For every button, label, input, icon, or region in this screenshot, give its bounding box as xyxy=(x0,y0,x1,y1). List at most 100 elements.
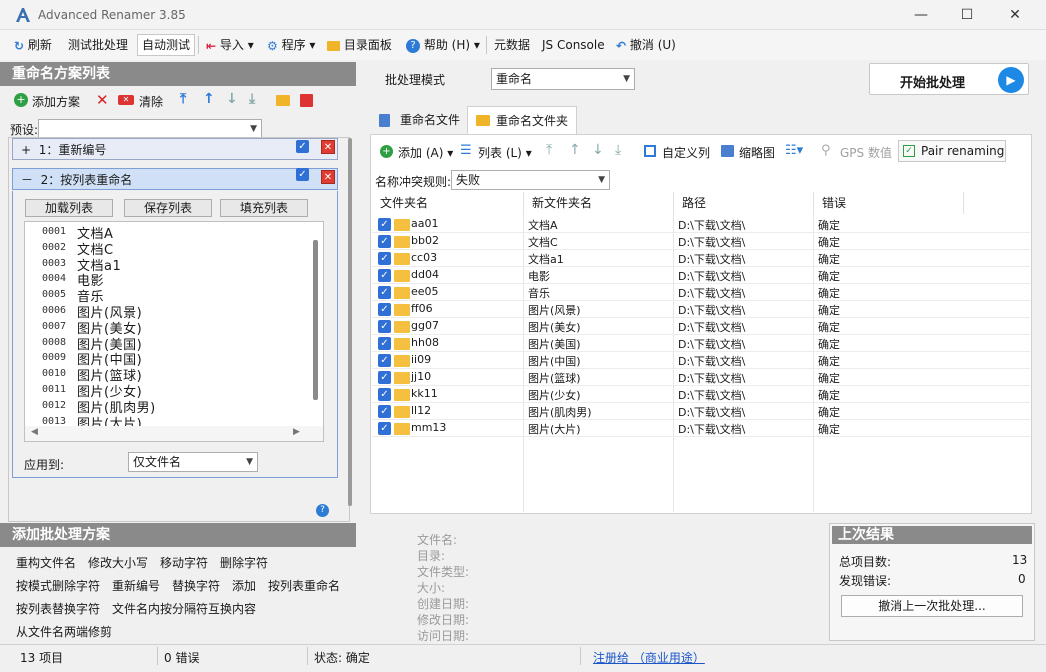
column-header-new-folder-name[interactable]: 新文件夹名 xyxy=(524,192,674,214)
add-menu[interactable]: 添加 (A) ▾ xyxy=(398,144,453,161)
close-button[interactable]: ✕ xyxy=(992,0,1038,30)
batch-method-item[interactable]: 从文件名两端修剪 xyxy=(16,623,112,640)
save-icon[interactable] xyxy=(300,94,313,107)
preset-select[interactable]: ▼ xyxy=(38,119,262,139)
move-down-icon[interactable]: ↓ xyxy=(592,142,604,158)
batch-method-item[interactable]: 移动字符 xyxy=(160,554,208,571)
batch-method-item[interactable]: 按模式删除字符 xyxy=(16,577,100,594)
load-list-button[interactable]: 加载列表 xyxy=(25,199,113,217)
batch-method-item[interactable]: 删除字符 xyxy=(220,554,268,571)
undo-last-batch-button[interactable]: 撤消上一次批处理... xyxy=(841,595,1023,617)
table-row[interactable]: ✓ ff06 图片(风景) D:\下载\文档\ 确定 xyxy=(372,301,1030,318)
minimize-button[interactable]: — xyxy=(898,0,944,30)
help-icon[interactable]: ? xyxy=(316,504,329,517)
table-row[interactable]: ✓ aa01 文档A D:\下载\文档\ 确定 xyxy=(372,216,1030,233)
row-checkbox[interactable]: ✓ xyxy=(378,422,391,435)
batch-method-item[interactable]: 替换字符 xyxy=(172,577,220,594)
table-row[interactable]: ✓ gg07 图片(美女) D:\下载\文档\ 确定 xyxy=(372,318,1030,335)
move-up-icon[interactable]: ↑ xyxy=(203,91,215,107)
method-enabled-checkbox[interactable]: ✓ xyxy=(296,140,309,153)
method-enabled-checkbox[interactable]: ✓ xyxy=(296,168,309,181)
refresh-button[interactable]: ↻ 刷新 xyxy=(10,34,56,56)
fill-list-button[interactable]: 填充列表 xyxy=(220,199,308,217)
horizontal-scrollbar[interactable]: ◀ ▶ xyxy=(25,426,323,441)
row-checkbox[interactable]: ✓ xyxy=(378,252,391,265)
table-row[interactable]: ✓ mm13 图片(大片) D:\下载\文档\ 确定 xyxy=(372,420,1030,437)
batch-method-item[interactable]: 文件名内按分隔符互换内容 xyxy=(112,600,256,617)
row-checkbox[interactable]: ✓ xyxy=(378,218,391,231)
register-link[interactable]: 注册给 （商业用途） xyxy=(593,649,705,666)
table-row[interactable]: ✓ dd04 电影 D:\下载\文档\ 确定 xyxy=(372,267,1030,284)
row-checkbox[interactable]: ✓ xyxy=(378,303,391,316)
table-row[interactable]: ✓ kk11 图片(少女) D:\下载\文档\ 确定 xyxy=(372,386,1030,403)
method-remove-icon[interactable]: ✕ xyxy=(321,140,335,154)
table-row[interactable]: ✓ hh08 图片(美国) D:\下载\文档\ 确定 xyxy=(372,335,1030,352)
tab-rename-files[interactable]: 重命名文件 xyxy=(372,106,466,134)
list-menu[interactable]: 列表 (L) ▾ xyxy=(478,144,532,161)
apply-to-select[interactable]: 仅文件名 ▼ xyxy=(128,452,258,472)
collapse-toggle[interactable]: － xyxy=(21,173,33,187)
table-row[interactable]: ✓ jj10 图片(篮球) D:\下载\文档\ 确定 xyxy=(372,369,1030,386)
open-folder-icon[interactable] xyxy=(276,95,290,106)
move-top-icon[interactable]: ⤒ xyxy=(546,142,552,158)
move-bottom-icon[interactable]: ⤓ xyxy=(249,91,255,107)
pair-renaming-toggle[interactable]: ✓ Pair renaming xyxy=(898,140,1006,162)
move-down-icon[interactable]: ↓ xyxy=(226,91,238,107)
conflict-rule-select[interactable]: 失败 ▼ xyxy=(451,170,610,190)
program-menu[interactable]: ⚙ 程序 ▾ xyxy=(263,34,319,56)
js-console-button[interactable]: JS Console xyxy=(538,34,609,56)
row-checkbox[interactable]: ✓ xyxy=(378,354,391,367)
move-bottom-icon[interactable]: ⤓ xyxy=(615,142,621,158)
clear-button[interactable]: 清除 xyxy=(139,93,163,110)
move-up-icon[interactable]: ↑ xyxy=(569,142,581,158)
table-row[interactable]: ✓ ll12 图片(肌肉男) D:\下载\文档\ 确定 xyxy=(372,403,1030,420)
view-options-icon[interactable]: ☷▾ xyxy=(785,143,803,158)
row-checkbox[interactable]: ✓ xyxy=(378,235,391,248)
batch-method-item[interactable]: 按列表替换字符 xyxy=(16,600,100,617)
remove-method-icon[interactable]: ✕ xyxy=(96,91,109,109)
column-header-path[interactable]: 路径 xyxy=(674,192,814,214)
row-checkbox[interactable]: ✓ xyxy=(378,337,391,350)
batch-mode-select[interactable]: 重命名 ▼ xyxy=(491,68,635,90)
row-checkbox[interactable]: ✓ xyxy=(378,405,391,418)
add-method-button[interactable]: 添加方案 xyxy=(32,93,80,110)
row-checkbox[interactable]: ✓ xyxy=(378,320,391,333)
method-remove-icon[interactable]: ✕ xyxy=(321,170,335,184)
row-checkbox[interactable]: ✓ xyxy=(378,269,391,282)
start-batch-button[interactable]: 开始批处理 ▶ xyxy=(869,63,1029,95)
scroll-left-icon[interactable]: ◀ xyxy=(31,427,38,437)
maximize-button[interactable]: ☐ xyxy=(944,0,990,30)
move-top-icon[interactable]: ⤒ xyxy=(180,91,186,107)
help-menu[interactable]: ? 帮助 (H) ▾ xyxy=(402,34,484,56)
vertical-scrollbar[interactable] xyxy=(313,240,318,400)
batch-method-item[interactable]: 重构文件名 xyxy=(16,554,76,571)
column-header-folder-name[interactable]: 文件夹名 xyxy=(372,192,524,214)
batch-method-item[interactable]: 添加 xyxy=(232,577,256,594)
thumbnails-button[interactable]: 缩略图 xyxy=(739,144,775,161)
import-menu[interactable]: ⇤ 导入 ▾ xyxy=(202,34,258,56)
tab-rename-folders[interactable]: 重命名文件夹 xyxy=(467,106,577,134)
batch-method-item[interactable]: 按列表重命名 xyxy=(268,577,340,594)
batch-method-item[interactable]: 修改大小写 xyxy=(88,554,148,571)
method-item-list-rename[interactable]: － 2：按列表重命名 xyxy=(12,168,338,190)
table-row[interactable]: ✓ bb02 文档C D:\下载\文档\ 确定 xyxy=(372,233,1030,250)
undo-button[interactable]: ↶ 撤消 (U) xyxy=(612,34,680,56)
row-checkbox[interactable]: ✓ xyxy=(378,286,391,299)
row-checkbox[interactable]: ✓ xyxy=(378,371,391,384)
column-header-error[interactable]: 错误 xyxy=(814,192,964,214)
scroll-right-icon[interactable]: ▶ xyxy=(293,427,300,437)
save-list-button[interactable]: 保存列表 xyxy=(124,199,212,217)
rename-list-textbox[interactable]: 0001 文档A 0002 文档C 0003 文档a1 0004 电影 0005 音乐 0006 图片… xyxy=(24,221,324,442)
table-row[interactable]: ✓ cc03 文档a1 D:\下载\文档\ 确定 xyxy=(372,250,1030,267)
method-list-scrollbar[interactable] xyxy=(348,138,352,506)
method-item-renumber[interactable]: + 1：重新编号 xyxy=(12,138,338,160)
auto-test-button[interactable]: 自动测试 xyxy=(137,34,196,56)
metadata-button[interactable]: 元数据 xyxy=(490,34,534,56)
dir-panel-button[interactable]: 目录面板 xyxy=(323,34,396,56)
batch-method-item[interactable]: 重新编号 xyxy=(112,577,160,594)
gps-button[interactable]: GPS 数值 xyxy=(840,144,892,161)
table-row[interactable]: ✓ ee05 音乐 D:\下载\文档\ 确定 xyxy=(372,284,1030,301)
table-row[interactable]: ✓ ii09 图片(中国) D:\下载\文档\ 确定 xyxy=(372,352,1030,369)
expand-toggle[interactable]: + xyxy=(21,143,31,157)
row-checkbox[interactable]: ✓ xyxy=(378,388,391,401)
